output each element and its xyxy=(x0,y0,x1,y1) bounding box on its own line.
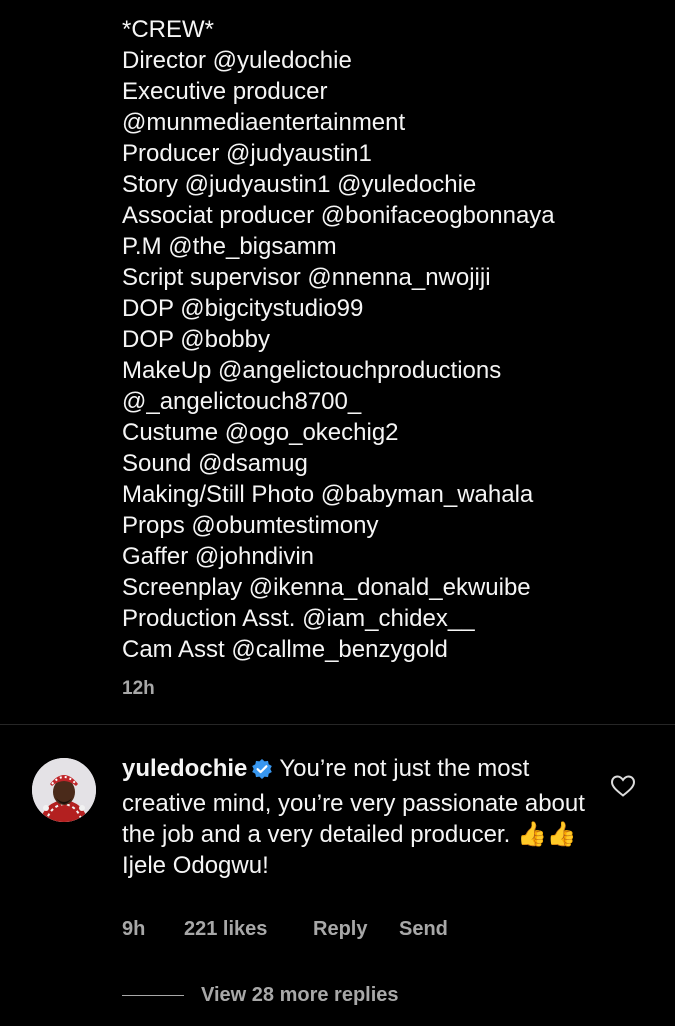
caption-line: Associat producer @bonifaceogbonnaya xyxy=(122,202,555,229)
comment-timestamp: 9h xyxy=(122,918,146,940)
section-divider xyxy=(0,724,675,725)
caption-line: Props @obumtestimony xyxy=(122,512,379,539)
likes-count[interactable]: 221 likes xyxy=(184,918,313,941)
heart-outline-icon[interactable] xyxy=(610,774,636,798)
caption-line: DOP @bigcitystudio99 xyxy=(122,295,364,322)
replies-rule xyxy=(122,995,184,996)
view-more-replies-button[interactable]: View 28 more replies xyxy=(122,984,399,1007)
caption-line: Gaffer @johndivin xyxy=(122,543,315,570)
comment-text-second: Ijele Odogwu! xyxy=(122,852,269,879)
comment-username[interactable]: yuledochie xyxy=(122,755,247,782)
caption-line: Producer @judyaustin1 xyxy=(122,140,372,167)
caption-timestamp: 12h xyxy=(122,678,155,699)
caption-line: P.M @the_bigsamm xyxy=(122,233,337,260)
comment-actions: 9h 221 likes Reply Send xyxy=(122,918,448,941)
caption-line: Story @judyaustin1 @yuledochie xyxy=(122,171,477,198)
caption-line: MakeUp @angelictouchproductions xyxy=(122,357,502,384)
caption-line: @_angelictouch8700_ xyxy=(122,388,362,415)
caption-line: Production Asst. @iam_chidex__ xyxy=(122,605,475,632)
view-more-replies-label: View 28 more replies xyxy=(201,984,399,1006)
post-caption: *CREW* Director @yuledochie Executive pr… xyxy=(122,14,662,700)
caption-line: @munmediaentertainment xyxy=(122,109,406,136)
avatar[interactable] xyxy=(32,758,96,822)
reply-button[interactable]: Reply xyxy=(313,918,399,941)
caption-line: Script supervisor @nnenna_nwojiji xyxy=(122,264,491,291)
caption-line: Executive producer xyxy=(122,78,328,105)
avatar-image xyxy=(32,758,96,822)
send-button[interactable]: Send xyxy=(399,918,448,941)
verified-badge-icon xyxy=(251,757,273,788)
caption-line: *CREW* xyxy=(122,16,215,43)
caption-line: Making/Still Photo @babyman_wahala xyxy=(122,481,534,508)
thumbs-up-emoji: 👍👍 xyxy=(516,821,577,848)
caption-line: DOP @bobby xyxy=(122,326,270,353)
caption-line: Sound @dsamug xyxy=(122,450,308,477)
caption-line: Screenplay @ikenna_donald_ekwuibe xyxy=(122,574,531,601)
caption-line: Custume @ogo_okechig2 xyxy=(122,419,399,446)
comment-body: yuledochie You’re not just the most creat… xyxy=(122,753,597,881)
caption-line: Cam Asst @callme_benzygold xyxy=(122,636,448,663)
caption-line: Director @yuledochie xyxy=(122,47,352,74)
